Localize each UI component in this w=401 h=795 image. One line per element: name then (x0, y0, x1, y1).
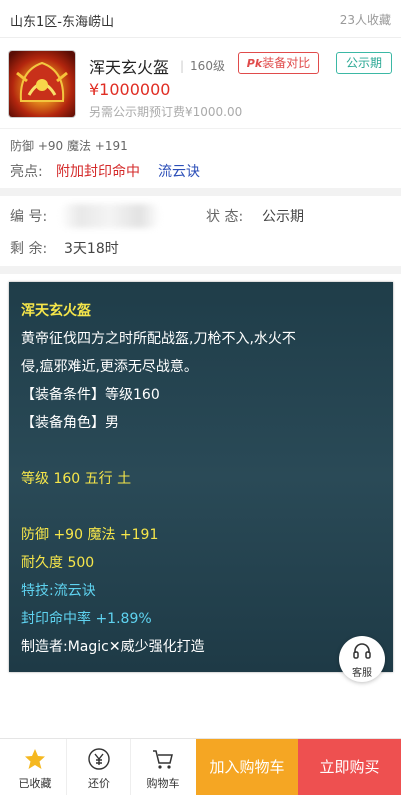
desc-line: 【装备条件】等级160 (21, 387, 160, 403)
deposit-note: 另需公示期预订费¥1000.00 (89, 105, 243, 119)
attribute-summary: 防御 +90 魔法 +191 (0, 128, 401, 156)
highlights-row: 亮点: 附加封印命中 流云诀 (0, 156, 401, 184)
customer-service-label: 客服 (352, 668, 372, 679)
add-to-cart-button[interactable]: 加入购物车 (196, 739, 298, 795)
cart-label: 购物车 (146, 777, 180, 790)
info-row-remaining: 剩 余: 3天18时 (0, 234, 401, 264)
compare-label: 装备对比 (262, 56, 311, 70)
desc-line: 等级 160 五行 土 (21, 471, 132, 487)
bargain-label: 还价 (88, 777, 110, 790)
highlight-label: 亮点: (10, 164, 43, 180)
desc-line: 侵,瘟邪难近,更添无尽战意。 (21, 359, 198, 375)
bargain-button[interactable]: 还价 (68, 739, 130, 795)
desc-line: 黄帝征伐四方之时所配战盔,刀枪不入,水火不 (21, 331, 296, 347)
desc-line: 【装备角色】男 (21, 415, 119, 431)
status-label: 状 态: (206, 209, 244, 225)
customer-service-button[interactable]: 客服 (339, 636, 385, 682)
divider (130, 739, 131, 795)
attribute-text: 防御 +90 魔法 +191 (10, 139, 128, 153)
item-description-panel: 浑天玄火盔 黄帝征伐四方之时所配战盔,刀枪不入,水火不 侵,瘟邪难近,更添无尽战… (9, 282, 393, 672)
favorite-button[interactable]: 已收藏 (4, 739, 66, 795)
star-icon (25, 749, 45, 769)
item-thumbnail[interactable] (9, 51, 75, 117)
section-divider (0, 188, 401, 196)
item-card: 浑天玄火盔 160级 Pk装备对比 公示期 ¥1000000 另需公示期预订费¥… (0, 38, 401, 128)
id-value-redacted (60, 204, 160, 228)
yen-icon (88, 748, 110, 770)
remaining-label: 剩 余: (10, 241, 48, 257)
pk-icon: Pk (246, 57, 263, 70)
highlight-skill: 流云诀 (158, 164, 200, 180)
desc-line: 封印命中率 +1.89% (21, 611, 152, 627)
favorite-count: 23人收藏 (339, 13, 391, 27)
headset-icon (353, 643, 371, 659)
desc-line: 制造者:Magic✕威少强化打造 (21, 639, 205, 655)
desc-line: 防御 +90 魔法 +191 (21, 527, 159, 543)
divider (66, 739, 67, 795)
item-level: 160级 (180, 57, 225, 74)
remaining-value: 3天18时 (64, 241, 119, 257)
info-row-id-status: 编 号: 状 态: 公示期 (0, 196, 401, 234)
id-label: 编 号: (10, 209, 48, 225)
status-value: 公示期 (262, 209, 304, 225)
server-bar: 山东1区-东海崂山 23人收藏 (0, 0, 401, 38)
item-name: 浑天玄火盔 (89, 58, 170, 77)
section-divider (0, 266, 401, 274)
highlight-seal-hit: 附加封印命中 (56, 164, 140, 180)
desc-title: 浑天玄火盔 (21, 303, 91, 319)
compare-equipment-button[interactable]: Pk装备对比 (238, 52, 319, 74)
buy-now-button[interactable]: 立即购买 (298, 739, 401, 795)
cart-button[interactable]: 购物车 (132, 739, 194, 795)
status-badge: 公示期 (336, 52, 392, 74)
server-name: 山东1区-东海崂山 (10, 15, 114, 30)
bottom-action-bar: 已收藏 还价 购物车 加入购物车 立即购买 (0, 738, 401, 795)
desc-line: 耐久度 500 (21, 555, 95, 571)
desc-line: 特技:流云诀 (21, 583, 96, 599)
favorite-label: 已收藏 (18, 777, 52, 790)
helmet-icon (16, 61, 68, 102)
item-price: ¥1000000 (89, 80, 171, 99)
cart-icon (153, 750, 173, 769)
